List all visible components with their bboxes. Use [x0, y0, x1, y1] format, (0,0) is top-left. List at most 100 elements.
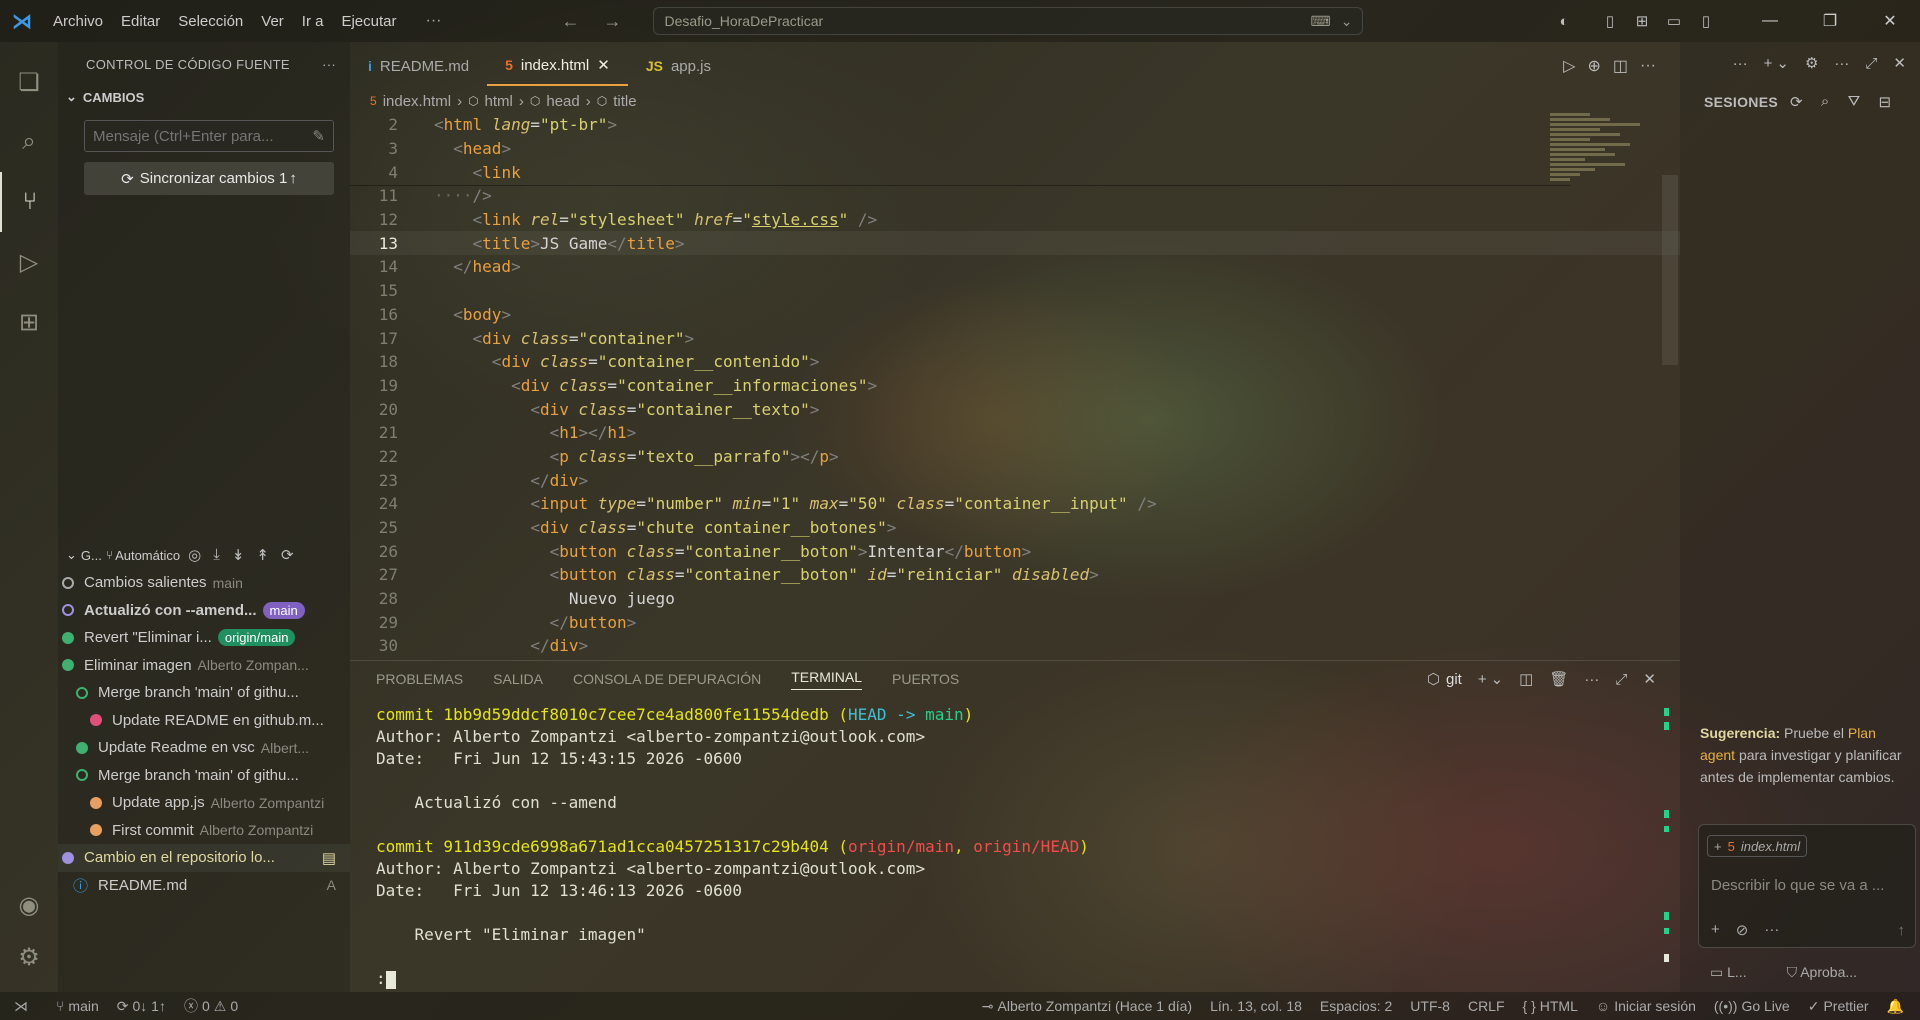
panel-tab-consola-de-depuración[interactable]: CONSOLA DE DEPURACIÓN	[573, 671, 761, 687]
code-line[interactable]: 30 </div>	[350, 634, 1680, 653]
more-actions-icon[interactable]: ···	[1733, 55, 1748, 72]
more-actions-icon[interactable]: ···	[1764, 921, 1779, 939]
code-line[interactable]: 13 <title>JS Game</title>	[350, 231, 1680, 256]
tab-readme-md[interactable]: i README.md	[350, 46, 487, 86]
panel-tab-problemas[interactable]: PROBLEMAS	[376, 671, 463, 687]
panel-tab-terminal[interactable]: TERMINAL	[791, 669, 863, 690]
extensions-icon[interactable]: ⊞	[0, 292, 58, 352]
commit-row[interactable]: Update Readme en vsc Albert...	[58, 734, 350, 762]
sign-in-status[interactable]: ☺ Iniciar sesión	[1587, 998, 1705, 1014]
menu-item[interactable]: Selección	[169, 13, 252, 30]
more-actions-icon[interactable]: ···	[1584, 671, 1599, 688]
code-line[interactable]: 14 </head>	[350, 255, 1680, 279]
code-line[interactable]: 24 <input type="number" min="1" max="50"…	[350, 492, 1680, 516]
minimize-button[interactable]: —	[1740, 12, 1800, 30]
commit-row[interactable]: ⓘ README.md A	[58, 872, 350, 900]
commit-row[interactable]: Eliminar imagen Alberto Zompan...	[58, 652, 350, 680]
toggle-secondary-sidebar-icon[interactable]: ▯	[1690, 12, 1722, 30]
collapse-icon[interactable]: ⊟	[1878, 93, 1891, 111]
language-mode[interactable]: { } HTML	[1514, 998, 1587, 1014]
maximize-button[interactable]: ❐	[1800, 11, 1860, 31]
code-line[interactable]: 11 ····/>	[350, 184, 1680, 208]
chevron-down-icon[interactable]: ⌄	[1341, 13, 1353, 30]
changes-section-header[interactable]: ⌄ CAMBIOS	[58, 86, 350, 108]
add-icon[interactable]: +	[1711, 921, 1720, 939]
code-line[interactable]: 19 <div class="container__informaciones"…	[350, 374, 1680, 398]
code-line[interactable]: 3 <head>	[350, 137, 1680, 161]
toggle-panel-icon[interactable]: ▭	[1658, 12, 1690, 30]
remote-icon[interactable]: ⋊	[0, 998, 37, 1015]
terminal-output[interactable]: commit 1bb9d59ddcf8010c7cee7ce4ad800fe11…	[350, 697, 1680, 991]
panel-tab-puertos[interactable]: PUERTOS	[892, 671, 959, 687]
code-line[interactable]: 17 <div class="container">	[350, 326, 1680, 350]
command-center[interactable]: Desafio_HoraDePracticar ⌨ ⌄	[653, 7, 1364, 35]
commit-row[interactable]: Cambio en el repositorio lo... ▤	[58, 844, 350, 872]
breadcrumb-item[interactable]: head	[546, 93, 579, 110]
target-icon[interactable]: ◎	[188, 546, 201, 564]
code-line[interactable]: 12 <link rel="stylesheet" href="style.cs…	[350, 208, 1680, 232]
code-line[interactable]: 15	[350, 279, 1680, 303]
maximize-icon[interactable]: ⤢	[1865, 55, 1877, 72]
commit-message-input[interactable]	[93, 127, 313, 145]
close-window-button[interactable]: ✕	[1860, 11, 1920, 31]
encoding[interactable]: UTF-8	[1401, 998, 1459, 1014]
code-line[interactable]: 22 <p class="texto__parrafo"></p>	[350, 445, 1680, 469]
chevron-down-icon[interactable]: ⌄	[1491, 670, 1504, 688]
editor-scrollbar[interactable]	[1662, 175, 1678, 365]
problems-status[interactable]: ⓧ 0 ⚠ 0	[175, 996, 247, 1016]
end-of-line[interactable]: CRLF	[1459, 998, 1514, 1014]
sync-status[interactable]: ⟳ 0↓ 1↑	[108, 998, 175, 1015]
commit-row[interactable]: Update README en github.m...	[58, 707, 350, 735]
settings-gear-icon[interactable]: ⚙	[0, 932, 58, 982]
breadcrumb-item[interactable]: html	[485, 93, 513, 110]
breadcrumb-item[interactable]: index.html	[383, 93, 451, 110]
commit-row[interactable]: Merge branch 'main' of githu...	[58, 679, 350, 707]
close-icon[interactable]: ✕	[1893, 54, 1906, 72]
more-actions-icon[interactable]: ···	[1834, 55, 1849, 72]
close-panel-icon[interactable]: ✕	[1643, 670, 1656, 688]
chevron-down-icon[interactable]: ⌄	[1776, 54, 1789, 72]
more-menu-icon[interactable]: ···	[426, 12, 442, 30]
panel-tab-salida[interactable]: SALIDA	[493, 671, 543, 687]
run-icon[interactable]: ▷	[1563, 56, 1575, 76]
settings-gear-icon[interactable]: ⚙	[1805, 54, 1818, 72]
chat-input-box[interactable]: + 5 index.html Describir lo que se va a …	[1698, 824, 1916, 948]
commit-row[interactable]: First commit Alberto Zompantzi	[58, 817, 350, 845]
code-line[interactable]: 27 <button class="container__boton" id="…	[350, 563, 1680, 587]
commit-row[interactable]: Cambios salientes main	[58, 569, 350, 597]
trash-icon[interactable]: 🗑	[1549, 670, 1568, 688]
add-context-icon[interactable]: +	[1714, 839, 1722, 854]
code-editor[interactable]: 2 <html lang="pt-br"> 3 <head> 4 <link 11 ···…	[350, 113, 1680, 653]
split-terminal-icon[interactable]: ◫	[1519, 670, 1533, 688]
pull-icon[interactable]: ↡	[232, 546, 245, 564]
more-actions-icon[interactable]: ···	[322, 57, 336, 72]
commit-row[interactable]: Merge branch 'main' of githu...	[58, 762, 350, 790]
branch-status[interactable]: ⑂ main	[47, 998, 108, 1014]
globe-icon[interactable]: ⊕	[1587, 56, 1600, 76]
refresh-icon[interactable]: ⟳	[1790, 93, 1803, 111]
graph-mode-label[interactable]: Automático	[115, 548, 180, 563]
tab-app-js[interactable]: JS app.js	[628, 46, 729, 86]
toggle-sidebar-icon[interactable]: ▯	[1594, 12, 1626, 30]
commit-row[interactable]: Revert "Eliminar i... origin/main	[58, 624, 350, 652]
send-icon[interactable]: ↑	[1898, 922, 1906, 939]
code-line[interactable]: 23 </div>	[350, 468, 1680, 492]
open-changes-icon[interactable]: ▤	[322, 849, 336, 867]
code-line[interactable]: 4 <link	[350, 160, 1680, 184]
code-line[interactable]: 21 <h1></h1>	[350, 421, 1680, 445]
code-line[interactable]: 18 <div class="container__contenido">	[350, 350, 1680, 374]
more-actions-icon[interactable]: ···	[1640, 57, 1656, 75]
indentation[interactable]: Espacios: 2	[1311, 998, 1401, 1014]
tab-index-html[interactable]: 5 index.html ✕	[487, 46, 628, 86]
commit-row[interactable]: Update app.js Alberto Zompantzi	[58, 789, 350, 817]
close-tab-icon[interactable]: ✕	[597, 56, 610, 74]
menu-item[interactable]: Archivo	[44, 13, 112, 30]
search-icon[interactable]: ⌕	[0, 112, 58, 172]
go-live-status[interactable]: ((•)) Go Live	[1705, 998, 1799, 1014]
code-line[interactable]: 26 <button class="container__boton">Inte…	[350, 539, 1680, 563]
context-chip[interactable]: + 5 index.html	[1707, 835, 1808, 857]
notifications-icon[interactable]: 🔔	[1878, 998, 1920, 1015]
code-line[interactable]: 2 <html lang="pt-br">	[350, 113, 1680, 137]
forward-arrow-icon[interactable]: →	[603, 11, 621, 32]
copilot-icon[interactable]: ⌨	[1311, 13, 1331, 30]
